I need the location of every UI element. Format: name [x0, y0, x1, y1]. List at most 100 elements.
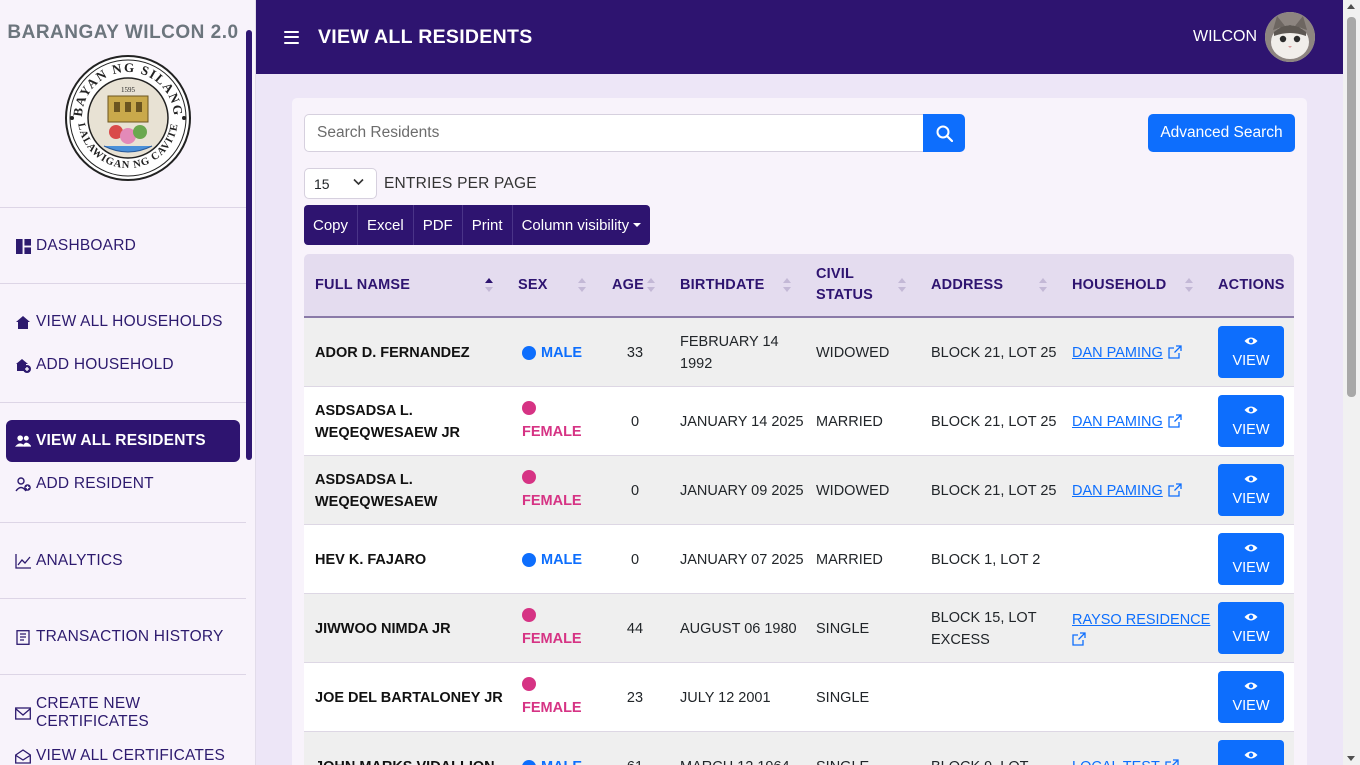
sidebar-item-label: DASHBOARD [36, 237, 136, 254]
resident-name: ADOR D. FERNANDEZ [315, 318, 470, 387]
scroll-down-icon[interactable] [1347, 756, 1355, 761]
resident-name-line1: HEV K. FAJARO [315, 551, 427, 568]
sidebar-item-view-residents[interactable]: VIEW ALL RESIDENTS [6, 420, 240, 462]
scroll-up-icon[interactable] [1347, 4, 1355, 9]
female-dot-icon [522, 469, 536, 484]
view-button[interactable]: VIEW [1218, 740, 1284, 765]
header-address[interactable]: ADDRESS [931, 254, 1003, 316]
household-link[interactable]: DAN PAMING [1072, 480, 1163, 502]
birthdate-cell: AUGUST 06 1980 [680, 594, 797, 663]
male-dot-icon [522, 759, 536, 765]
external-link-icon[interactable] [1163, 480, 1182, 502]
sort-icon[interactable] [783, 278, 791, 292]
resident-name: HEV K. FAJARO [315, 525, 426, 594]
birthdate-line1: MARCH 12 1964 [680, 756, 790, 765]
view-button[interactable]: VIEW [1218, 533, 1284, 585]
excel-button[interactable]: Excel [358, 205, 414, 245]
user-name[interactable]: WILCON [1193, 28, 1257, 46]
eye-icon [1244, 336, 1258, 353]
sort-icon[interactable] [1185, 278, 1193, 292]
table-row: JIWWOO NIMDA JR FEMALE 44 AUGUST 06 1980 SIN… [304, 594, 1294, 663]
civil-status-cell: MARRIED [816, 551, 883, 568]
entries-value: 15 [314, 175, 330, 192]
page-title: VIEW ALL RESIDENTS [318, 25, 533, 48]
sex-label: FEMALE [522, 423, 582, 440]
civil-status-cell: SINGLE [816, 689, 870, 706]
sidebar-item-create-certificates[interactable]: CREATE NEW CERTIFICATES [6, 692, 240, 734]
top-bar: VIEW ALL RESIDENTS WILCON [256, 0, 1343, 74]
entries-per-page-select[interactable]: 15 [304, 168, 377, 199]
barangay-seal-logo: BAYAN NG SILANG LALAWIGAN NG CAVITE 1595 [64, 55, 191, 181]
sidebar-item-add-household[interactable]: ADD HOUSEHOLD [6, 344, 240, 386]
search-button[interactable] [923, 114, 965, 152]
female-dot-icon [522, 676, 536, 691]
view-button[interactable]: VIEW [1218, 464, 1284, 516]
entries-label: ENTRIES PER PAGE [384, 175, 537, 192]
birthdate-cell: JANUARY 07 2025 [680, 525, 804, 594]
female-dot-icon [522, 607, 536, 622]
scrollbar-thumb[interactable] [1347, 17, 1356, 397]
column-visibility-button[interactable]: Column visibility [513, 205, 651, 245]
birthdate-cell: MARCH 12 1964 [680, 732, 790, 765]
header-birthdate[interactable]: BIRTHDATE [680, 254, 765, 316]
household-link[interactable]: LOCAL TEST [1072, 756, 1160, 765]
sort-asc-icon[interactable] [485, 278, 493, 292]
sort-icon[interactable] [898, 278, 906, 292]
search-input[interactable] [304, 114, 924, 152]
divider [0, 598, 246, 599]
eye-icon [1244, 543, 1258, 560]
external-link-icon[interactable] [1163, 342, 1182, 364]
external-link-icon[interactable] [1072, 631, 1086, 649]
view-button[interactable]: VIEW [1218, 671, 1284, 723]
advanced-search-button[interactable]: Advanced Search [1148, 114, 1295, 152]
view-button[interactable]: VIEW [1218, 326, 1284, 378]
sort-icon[interactable] [578, 278, 586, 292]
eye-icon [1244, 405, 1258, 422]
avatar[interactable] [1265, 12, 1315, 62]
view-label: VIEW [1232, 421, 1270, 438]
receipt-icon [15, 629, 31, 645]
sidebar-item-analytics[interactable]: ANALYTICS [6, 540, 240, 582]
copy-button[interactable]: Copy [304, 205, 359, 245]
table-row: JOE DEL BARTALONEY JR FEMALE 23 JULY 12 200… [304, 663, 1294, 732]
resident-name-line1: JIWWOO NIMDA JR [315, 620, 451, 637]
header-full-name[interactable]: FULL NAMSE [315, 254, 410, 316]
header-civil-status[interactable]: CIVIL STATUS [816, 254, 873, 316]
hamburger-menu-icon[interactable] [284, 30, 299, 44]
sidebar-item-view-certificates[interactable]: VIEW ALL CERTIFICATES [6, 735, 240, 765]
view-button[interactable]: VIEW [1218, 395, 1284, 447]
civil-status-cell: MARRIED [816, 413, 883, 430]
external-link-icon[interactable] [1163, 411, 1182, 433]
header-sex[interactable]: SEX [518, 254, 548, 316]
address-cell: BLOCK 1, LOT 2 [931, 525, 1040, 594]
header-age[interactable]: AGE [612, 254, 644, 316]
pdf-button[interactable]: PDF [414, 205, 463, 245]
divider [0, 522, 246, 523]
print-button[interactable]: Print [463, 205, 513, 245]
sex-label: MALE [541, 344, 583, 361]
sidebar-item-view-households[interactable]: VIEW ALL HOUSEHOLDS [6, 301, 240, 343]
sort-icon[interactable] [647, 278, 655, 292]
chevron-down-icon [353, 178, 364, 186]
sex-label: FEMALE [522, 630, 582, 647]
sidebar-item-label: ADD HOUSEHOLD [36, 356, 174, 373]
column-visibility-label: Column visibility [521, 216, 630, 234]
page-scrollbar[interactable] [1343, 0, 1360, 765]
header-household[interactable]: HOUSEHOLD [1072, 254, 1166, 316]
table-row: ASDSADSA L. WEQEQWESAEW FEMALE 0 JANUARY 09 … [304, 456, 1294, 525]
sidebar-scrollbar[interactable] [246, 30, 252, 460]
household-link[interactable]: DAN PAMING [1072, 342, 1163, 364]
search-icon [936, 125, 953, 142]
view-button[interactable]: VIEW [1218, 602, 1284, 654]
sex-badge: MALE [522, 756, 582, 765]
civil-status-cell: WIDOWED [816, 344, 890, 361]
sort-icon[interactable] [1039, 278, 1047, 292]
sidebar-item-dashboard[interactable]: DASHBOARD [6, 225, 240, 267]
sidebar-item-transaction-history[interactable]: TRANSACTION HISTORY [6, 616, 240, 658]
house-icon [15, 314, 31, 330]
sidebar-item-add-resident[interactable]: ADD RESIDENT [6, 463, 240, 505]
address-line1: BLOCK 9, LOT [931, 756, 1029, 765]
household-link[interactable]: RAYSO RESIDENCE [1072, 609, 1210, 631]
external-link-icon[interactable] [1160, 756, 1179, 765]
household-link[interactable]: DAN PAMING [1072, 411, 1163, 433]
